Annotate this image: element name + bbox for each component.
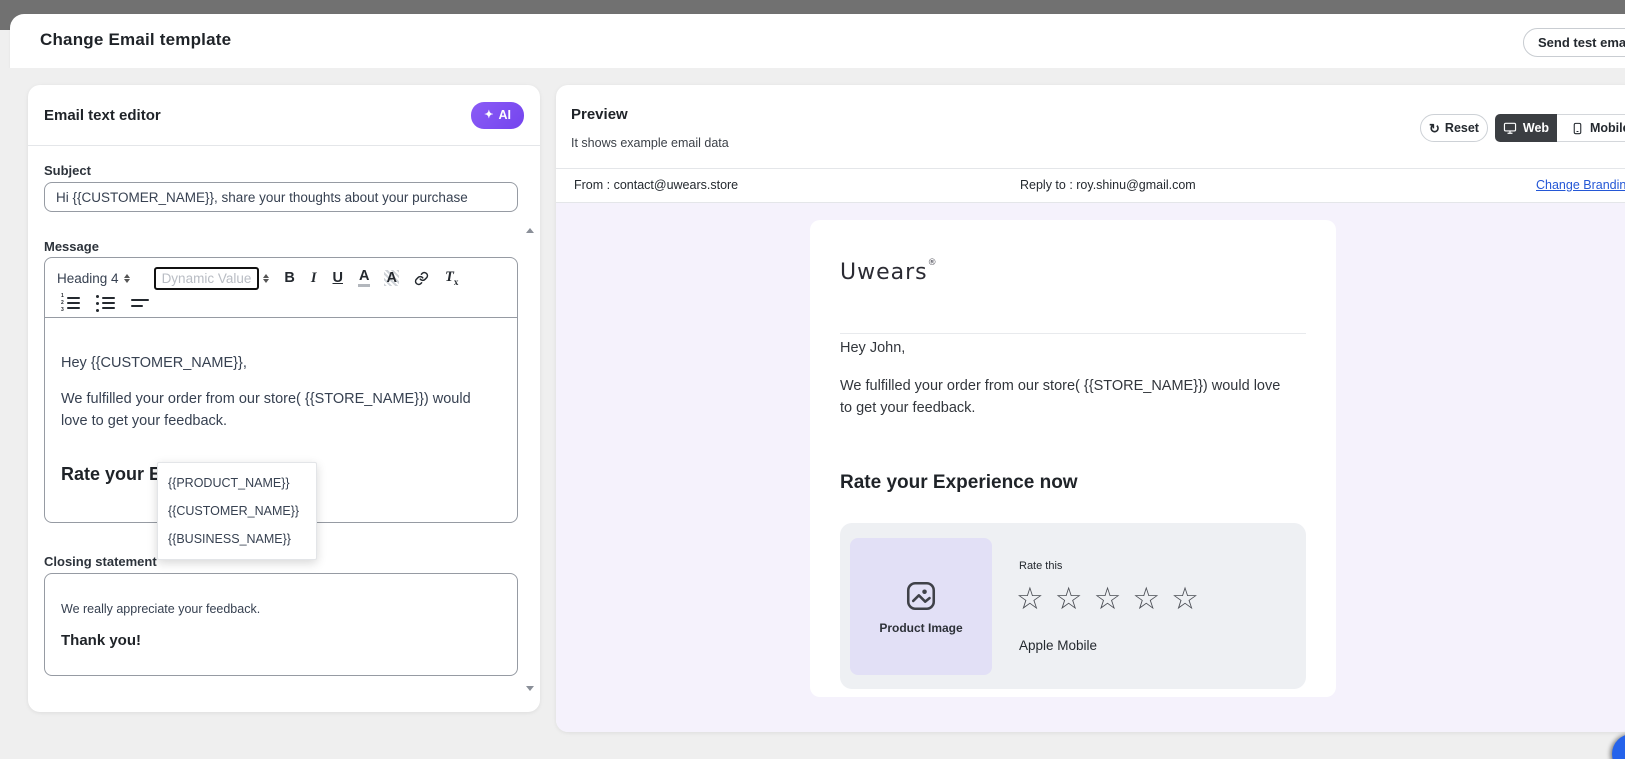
product-rating-card: Product Image Rate this ☆☆☆☆☆ Apple Mobi… bbox=[840, 523, 1306, 689]
message-editor: Heading 4 Dynamic Value B I U A A bbox=[44, 257, 518, 523]
send-test-email-button[interactable]: Send test email bbox=[1523, 28, 1625, 57]
preview-title: Preview bbox=[571, 106, 628, 123]
link-icon bbox=[414, 271, 429, 286]
change-branding-link[interactable]: Change Branding bbox=[1536, 178, 1625, 192]
product-image-placeholder: Product Image bbox=[850, 538, 992, 675]
scroll-up-icon[interactable] bbox=[526, 228, 534, 233]
star-rating[interactable]: ☆☆☆☆☆ bbox=[1016, 581, 1210, 617]
email-text-editor-panel: Email text editor ✦ AI Subject Message H… bbox=[28, 85, 540, 712]
text-color-button[interactable]: A bbox=[358, 269, 370, 287]
web-label: Web bbox=[1523, 121, 1549, 135]
dropdown-item-product-name[interactable]: {{PRODUCT_NAME}} bbox=[158, 469, 316, 497]
product-image-label: Product Image bbox=[879, 621, 962, 635]
reset-icon: ↺ bbox=[1429, 122, 1440, 135]
italic-button[interactable]: I bbox=[310, 270, 318, 287]
preview-header: Preview It shows example email data ↺ Re… bbox=[556, 85, 1625, 169]
subject-input[interactable] bbox=[44, 182, 518, 212]
preview-body: We fulfilled your order from our store( … bbox=[840, 375, 1290, 419]
closing-statement-label: Closing statement bbox=[44, 554, 157, 569]
email-divider bbox=[840, 333, 1306, 334]
bullet-list-icon[interactable] bbox=[96, 295, 115, 312]
select-arrows-icon bbox=[263, 274, 269, 283]
editor-title: Email text editor bbox=[44, 107, 161, 124]
from-address: From : contact@uwears.store bbox=[574, 178, 738, 192]
dynamic-value-placeholder: Dynamic Value bbox=[154, 267, 260, 290]
reply-to-address: Reply to : roy.shinu@gmail.com bbox=[1020, 178, 1196, 192]
clear-format-button[interactable]: Tx bbox=[444, 269, 459, 287]
product-name: Apple Mobile bbox=[1019, 638, 1097, 653]
message-body: We fulfilled your order from our store( … bbox=[61, 388, 501, 432]
message-greeting: Hey {{CUSTOMER_NAME}}, bbox=[61, 352, 501, 374]
registered-mark: ® bbox=[928, 258, 938, 268]
reset-label: Reset bbox=[1445, 121, 1479, 135]
preview-panel: Preview It shows example email data ↺ Re… bbox=[556, 85, 1625, 732]
dynamic-value-select[interactable]: Dynamic Value bbox=[154, 267, 270, 290]
phone-icon bbox=[1571, 121, 1584, 136]
preview-heading: Rate your Experience now bbox=[840, 472, 1078, 494]
align-left-icon[interactable] bbox=[131, 299, 149, 307]
preview-greeting: Hey John, bbox=[840, 340, 905, 356]
web-view-button[interactable]: Web bbox=[1495, 114, 1557, 142]
heading-style-value: Heading 4 bbox=[57, 271, 119, 286]
sparkle-icon: ✦ bbox=[484, 110, 493, 121]
email-preview-card: Uwears® Hey John, We fulfilled your orde… bbox=[810, 220, 1336, 697]
highlight-button[interactable]: A bbox=[384, 270, 398, 286]
ai-button-label: AI bbox=[499, 108, 512, 122]
closing-statement-editor[interactable]: We really appreciate your feedback. Than… bbox=[44, 573, 518, 676]
dropdown-item-customer-name[interactable]: {{CUSTOMER_NAME}} bbox=[158, 497, 316, 525]
scroll-down-icon[interactable] bbox=[526, 686, 534, 691]
preview-subtitle: It shows example email data bbox=[571, 136, 729, 150]
ordered-list-icon[interactable]: 123 bbox=[61, 294, 80, 313]
monitor-icon bbox=[1503, 121, 1517, 135]
dynamic-value-dropdown: {{PRODUCT_NAME}} {{CUSTOMER_NAME}} {{BUS… bbox=[157, 462, 317, 560]
reset-button[interactable]: ↺ Reset bbox=[1420, 114, 1488, 142]
mobile-view-button[interactable]: Mobile bbox=[1557, 114, 1625, 142]
editor-header: Email text editor ✦ AI bbox=[28, 85, 540, 146]
message-label: Message bbox=[44, 239, 99, 254]
mobile-label: Mobile bbox=[1590, 121, 1625, 135]
link-button[interactable] bbox=[413, 271, 430, 286]
page-title: Change Email template bbox=[40, 30, 231, 50]
rate-this-label: Rate this bbox=[1019, 560, 1062, 572]
underline-button[interactable]: U bbox=[332, 270, 344, 286]
closing-text: We really appreciate your feedback. bbox=[61, 602, 501, 616]
view-mode-segmented-control: Web Mobile bbox=[1495, 114, 1625, 142]
select-arrows-icon bbox=[124, 274, 130, 283]
brand-logo: Uwears® bbox=[840, 258, 938, 285]
heading-style-select[interactable]: Heading 4 bbox=[57, 271, 130, 286]
bold-button[interactable]: B bbox=[283, 270, 295, 286]
subject-label: Subject bbox=[44, 163, 91, 178]
editor-toolbar: Heading 4 Dynamic Value B I U A A bbox=[45, 258, 517, 318]
email-preview-background: Uwears® Hey John, We fulfilled your orde… bbox=[556, 203, 1625, 732]
ai-button[interactable]: ✦ AI bbox=[471, 102, 524, 129]
image-icon bbox=[904, 579, 938, 613]
email-meta-bar: From : contact@uwears.store Reply to : r… bbox=[556, 169, 1625, 203]
dropdown-item-business-name[interactable]: {{BUSINESS_NAME}} bbox=[158, 525, 316, 553]
closing-bold-text: Thank you! bbox=[61, 632, 501, 649]
page-header: Change Email template Send test email bbox=[10, 14, 1625, 68]
